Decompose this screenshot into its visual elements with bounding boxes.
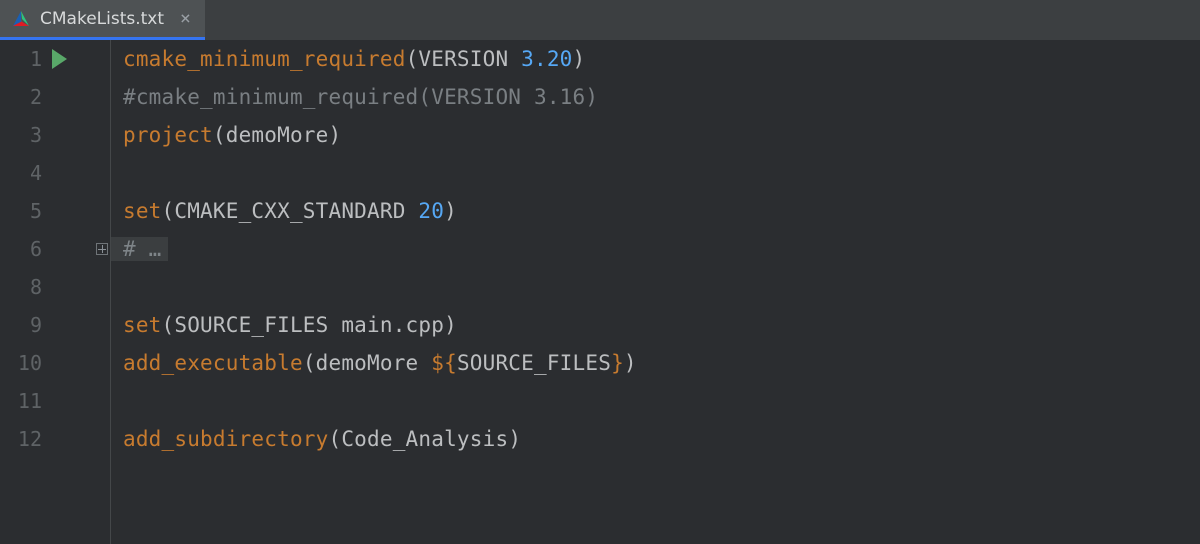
paren: ): [444, 313, 457, 337]
close-icon[interactable]: ×: [180, 10, 191, 28]
line-number: 11: [0, 389, 42, 413]
code-line[interactable]: cmake_minimum_required(VERSION 3.20): [123, 40, 1200, 78]
cmake-command: set: [123, 313, 162, 337]
gutter: 1 2 3 4 5 6 8 9 10 11 12: [0, 40, 110, 544]
line-number: 6: [0, 237, 42, 261]
space: [508, 47, 521, 71]
gutter-row[interactable]: 6: [0, 230, 110, 268]
line-number: 8: [0, 275, 42, 299]
line-number: 9: [0, 313, 42, 337]
gutter-row[interactable]: 11: [0, 382, 110, 420]
code-line[interactable]: [123, 154, 1200, 192]
code-line[interactable]: add_executable(demoMore ${SOURCE_FILES}): [123, 344, 1200, 382]
paren: (: [303, 351, 316, 375]
cmake-command: cmake_minimum_required: [123, 47, 406, 71]
line-number: 10: [0, 351, 42, 375]
code-area[interactable]: cmake_minimum_required(VERSION 3.20) #cm…: [111, 40, 1200, 544]
code-line[interactable]: set(CMAKE_CXX_STANDARD 20): [123, 192, 1200, 230]
argument: 20: [418, 199, 444, 223]
gutter-row[interactable]: 9: [0, 306, 110, 344]
paren: ): [329, 123, 342, 147]
argument: SOURCE_FILES: [174, 313, 328, 337]
paren: ): [624, 351, 637, 375]
folded-placeholder[interactable]: # …: [111, 237, 168, 261]
space: [418, 351, 431, 375]
gutter-row[interactable]: 2: [0, 78, 110, 116]
cmake-command: set: [123, 199, 162, 223]
line-number: 5: [0, 199, 42, 223]
var-name: SOURCE_FILES: [457, 351, 611, 375]
gutter-row[interactable]: 1: [0, 40, 110, 78]
code-line[interactable]: [123, 268, 1200, 306]
argument: demoMore: [316, 351, 419, 375]
run-icon[interactable]: [52, 49, 67, 69]
cmake-command: add_subdirectory: [123, 427, 329, 451]
code-line[interactable]: project(demoMore): [123, 116, 1200, 154]
cmake-command: add_executable: [123, 351, 303, 375]
gutter-row[interactable]: 12: [0, 420, 110, 458]
cmake-command: project: [123, 123, 213, 147]
code-line[interactable]: [123, 382, 1200, 420]
tab-filename: CMakeLists.txt: [40, 9, 164, 29]
code-line[interactable]: set(SOURCE_FILES main.cpp): [123, 306, 1200, 344]
argument: VERSION: [418, 47, 508, 71]
argument: main.cpp: [341, 313, 444, 337]
tab-bar: CMakeLists.txt ×: [0, 0, 1200, 40]
code-line[interactable]: # …: [123, 230, 1200, 268]
editor: 1 2 3 4 5 6 8 9 10 11 12: [0, 40, 1200, 544]
paren: ): [508, 427, 521, 451]
line-number: 12: [0, 427, 42, 451]
var-open: ${: [431, 351, 457, 375]
line-number: 1: [0, 47, 42, 71]
gutter-row[interactable]: 8: [0, 268, 110, 306]
line-number: 4: [0, 161, 42, 185]
argument: CMAKE_CXX_STANDARD: [174, 199, 405, 223]
fold-expand-icon[interactable]: [96, 243, 108, 255]
line-number: 3: [0, 123, 42, 147]
gutter-row[interactable]: 10: [0, 344, 110, 382]
paren: (: [162, 199, 175, 223]
argument: Code_Analysis: [341, 427, 508, 451]
comment: #cmake_minimum_required(VERSION 3.16): [123, 85, 598, 109]
gutter-row[interactable]: 4: [0, 154, 110, 192]
argument: 3.20: [521, 47, 572, 71]
line-number: 2: [0, 85, 42, 109]
paren: (: [162, 313, 175, 337]
space: [406, 199, 419, 223]
var-close: }: [611, 351, 624, 375]
cmake-icon: [12, 10, 30, 28]
space: [329, 313, 342, 337]
code-line[interactable]: add_subdirectory(Code_Analysis): [123, 420, 1200, 458]
tab-cmakelists[interactable]: CMakeLists.txt ×: [0, 0, 205, 40]
gutter-row[interactable]: 3: [0, 116, 110, 154]
paren: (: [213, 123, 226, 147]
paren: ): [444, 199, 457, 223]
gutter-row[interactable]: 5: [0, 192, 110, 230]
code-line[interactable]: #cmake_minimum_required(VERSION 3.16): [123, 78, 1200, 116]
paren: (: [329, 427, 342, 451]
paren: (: [406, 47, 419, 71]
argument: demoMore: [226, 123, 329, 147]
paren: ): [573, 47, 586, 71]
